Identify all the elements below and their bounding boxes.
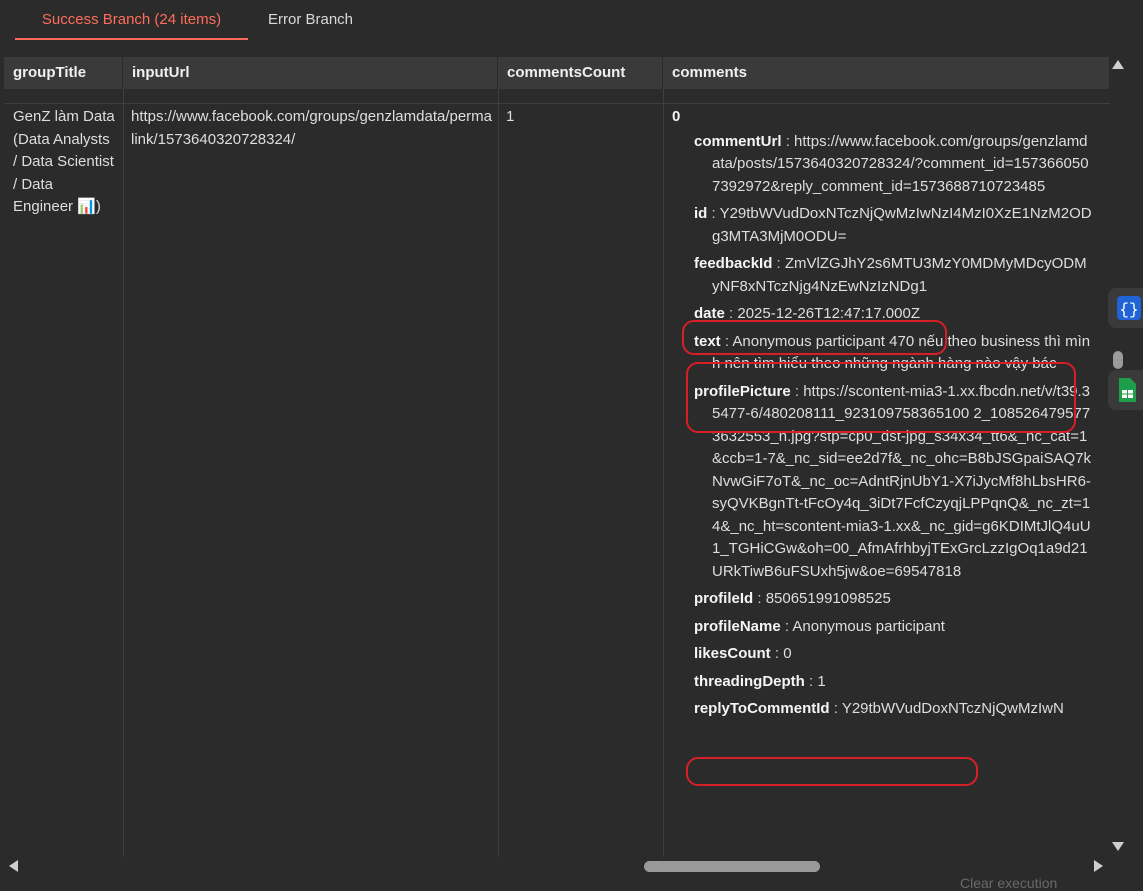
comment-field-commenturl: commentUrl : https://www.facebook.com/gr… [694, 132, 1089, 195]
comment-field-profilepicture: profilePicture : https://scontent-mia3-1… [694, 382, 1092, 580]
row-divider [4, 103, 1110, 104]
field-value: Anonymous participant [792, 617, 945, 635]
horizontal-scroll-thumb[interactable] [644, 861, 820, 872]
cell-commentscount: 1 [506, 108, 515, 125]
comment-fields: commentUrl : https://www.facebook.com/gr… [672, 131, 1092, 721]
field-key: likesCount [694, 645, 771, 662]
field-key: profileId [694, 590, 754, 607]
comment-field-threadingdepth: threadingDepth : 1 [694, 672, 826, 690]
comment-field-replytocommentid: replyToCommentId : Y29tbWVudDoxNTczNjQwM… [694, 700, 1064, 717]
field-key: replyToCommentId [694, 700, 830, 717]
scroll-left-arrow-icon[interactable] [9, 860, 18, 872]
spreadsheet-icon [1119, 378, 1136, 402]
field-value: Y29tbWVudDoxNTczNjQwMzIwN [841, 700, 1064, 717]
field-key: commentUrl [694, 132, 782, 150]
field-key: profilePicture [694, 382, 791, 400]
header-inputurl[interactable]: inputUrl [123, 57, 498, 89]
field-key: id [694, 205, 708, 222]
horizontal-scrollbar[interactable] [4, 857, 1110, 875]
header-commentscount[interactable]: commentsCount [498, 57, 663, 89]
header-grouptitle[interactable]: groupTitle [4, 57, 123, 89]
comment-field-date: date : 2025-12-26T12:47:17.000Z [694, 305, 920, 322]
field-key: profileName [694, 617, 781, 635]
cell-inputurl: https://www.facebook.com/groups/genzlamd… [131, 108, 493, 148]
table-header: groupTitle inputUrl commentsCount commen… [4, 57, 1110, 89]
tab-success-branch[interactable]: Success Branch (24 items) [15, 0, 248, 40]
column-divider [663, 89, 664, 857]
vertical-scroll-thumb[interactable] [1113, 351, 1123, 369]
field-key: date [694, 305, 725, 322]
cell-comments: 0 commentUrl : https://www.facebook.com/… [672, 106, 1092, 726]
field-value: 0 [783, 645, 792, 662]
scroll-down-arrow-icon[interactable] [1112, 842, 1124, 851]
vertical-scrollbar[interactable] [1110, 57, 1128, 857]
field-key: feedbackId [694, 255, 773, 272]
comment-field-likescount: likesCount : 0 [694, 645, 792, 662]
tab-error-branch[interactable]: Error Branch [268, 0, 353, 40]
comment-field-feedbackid: feedbackId : ZmVlZGJhY2s6MTU3MzY0MDMyMDc… [694, 255, 1087, 295]
sheets-button[interactable] [1108, 370, 1143, 410]
column-divider [498, 89, 499, 857]
svg-text:{}: {} [1119, 301, 1138, 319]
field-value: 2025-12-26T12:47:17.000Z [737, 305, 920, 322]
field-value: 850651991098525 [765, 590, 891, 607]
field-value: Y29tbWVudDoxNTczNjQwMzIwNzI4MzI0XzE1NzM2… [712, 205, 1092, 245]
comment-field-text: text : Anonymous participant 470 nếu the… [694, 332, 1091, 373]
scroll-up-arrow-icon[interactable] [1112, 60, 1124, 69]
braces-icon: {} [1117, 296, 1141, 320]
comment-field-profileid: profileId : 850651991098525 [694, 590, 891, 607]
extension-button[interactable]: {} [1108, 288, 1143, 328]
field-key: threadingDepth [694, 672, 805, 690]
cell-grouptitle: GenZ làm Data (Data Analysts / Data Scie… [13, 108, 115, 215]
comment-index: 0 [672, 108, 681, 125]
comment-field-id: id : Y29tbWVudDoxNTczNjQwMzIwNzI4MzI0XzE… [694, 205, 1092, 245]
results-table: groupTitle inputUrl commentsCount commen… [4, 57, 1110, 857]
scroll-right-arrow-icon[interactable] [1094, 860, 1103, 872]
column-divider [123, 89, 124, 857]
field-key: text [694, 332, 721, 350]
field-value: Anonymous participant 470 nếu theo busin… [712, 332, 1091, 373]
comment-field-profilename: profileName : Anonymous participant [694, 617, 945, 635]
field-value: https://scontent-mia3-1.xx.fbcdn.net/v/t… [712, 382, 1092, 580]
field-value: 1 [817, 672, 826, 690]
header-comments[interactable]: comments [663, 57, 1110, 89]
output-tabs: Success Branch (24 items) Error Branch [0, 0, 1143, 44]
